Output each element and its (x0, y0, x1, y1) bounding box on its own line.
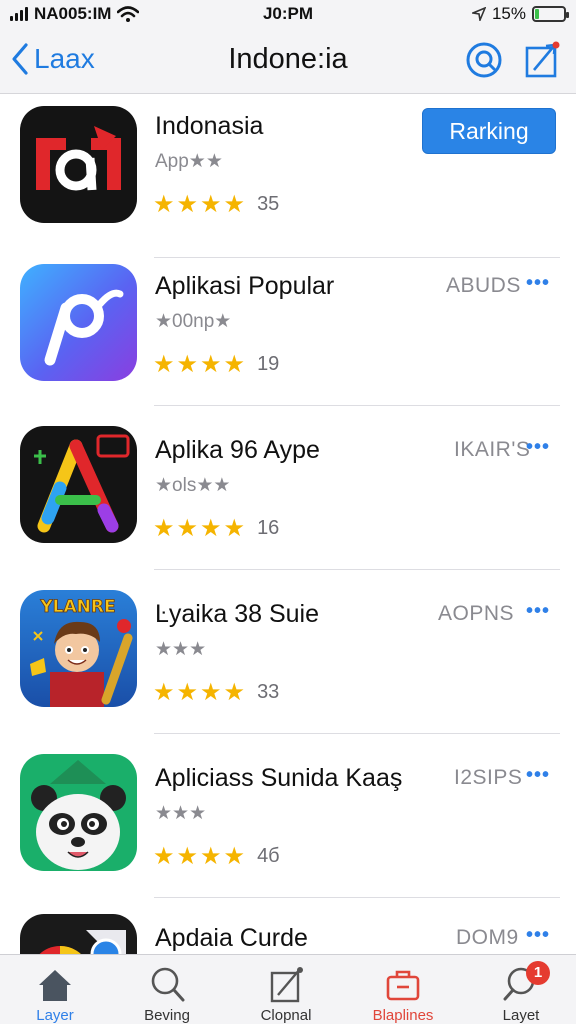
star-icon: ★ (153, 514, 175, 542)
compose-icon (270, 967, 303, 1003)
star-icon: ★ (223, 350, 246, 378)
list-item-app-2[interactable]: Aplikasi Popular ★00np★ ★ ★ ★ ★ 19 ABUDS… (0, 242, 576, 406)
briefcase-icon (386, 970, 420, 1001)
star-icon: ★ (223, 678, 246, 706)
search-icon (151, 967, 185, 1002)
location-arrow-icon (471, 7, 486, 21)
battery-percent: 15% (491, 4, 526, 23)
app-subtitle: ★ols★★ (155, 475, 231, 496)
star-icon: ★ (200, 514, 222, 542)
app-list: Indonasia App★★ ★ ★ ★ ★ 35 Rarking Aplik… (0, 94, 576, 954)
rating-count: 4б (257, 844, 280, 867)
app-icon-aplikasi-popular[interactable] (20, 264, 137, 381)
tab-label: Layet (502, 1007, 540, 1024)
app-action[interactable]: IKAIR'S (454, 438, 530, 462)
app-icon-indonasia[interactable] (20, 106, 137, 223)
rating-count: 16 (257, 516, 280, 539)
app-name: Apdaia Curde (155, 924, 308, 952)
share-icon[interactable] (522, 40, 562, 80)
rating-count: 19 (257, 352, 280, 375)
app-name: Ŀyaika 38 Suie (155, 600, 320, 628)
star-icon: ★ (176, 190, 199, 218)
tab-label: Beving (144, 1007, 190, 1024)
rating-count: 35 (257, 192, 280, 215)
tab-layer[interactable]: Layer (0, 955, 110, 1024)
status-bar: NA005:IM J0:PM 15% (0, 0, 576, 28)
app-name: Indonasia (155, 112, 264, 140)
list-item-app-5[interactable]: Apliciass Sunida Kaaş ★★★ ★ ★ ★ ★ 4б I2S… (0, 734, 576, 898)
app-name: Aplika 96 Aype (155, 436, 320, 464)
ranking-button[interactable]: Rarking (422, 108, 556, 154)
tab-clopnal[interactable]: Clopnal (231, 955, 341, 1024)
app-subtitle: ★★★ (155, 803, 207, 824)
more-options-icon[interactable]: ••• (526, 764, 550, 787)
more-options-icon[interactable]: ••• (526, 600, 550, 623)
star-icon: ★ (153, 190, 175, 218)
app-subtitle: ★★★ (155, 639, 207, 660)
rating-stars: ★ ★ ★ ★ 35 (153, 192, 279, 216)
app-action[interactable]: I2SIPS (454, 766, 522, 790)
navigation-bar: Laax Indone:ia (0, 28, 576, 94)
tab-blaplines[interactable]: Blaplines (348, 955, 458, 1024)
icon-text: YLANRE (39, 597, 115, 617)
star-icon: ★ (153, 678, 175, 706)
battery-icon (532, 6, 569, 22)
star-icon: ★ (176, 678, 199, 706)
more-options-icon[interactable]: ••• (526, 436, 550, 459)
rating-count: 33 (257, 680, 280, 703)
star-icon: ★ (223, 514, 246, 542)
star-icon: ★ (176, 514, 199, 542)
list-item-app-6[interactable]: Apdaia Curde DOM9 ••• (0, 898, 576, 954)
star-icon: ★ (176, 350, 199, 378)
app-action[interactable]: DOM9 (456, 926, 519, 950)
rating-stars: ★ ★ ★ ★ 16 (153, 516, 279, 540)
tab-label: Blaplines (372, 1007, 434, 1024)
star-icon: ★ (223, 842, 246, 870)
app-icon-browser[interactable] (20, 914, 137, 954)
star-icon: ★ (223, 190, 246, 218)
app-icon-aplika-96[interactable] (20, 426, 137, 543)
status-right: 15% (471, 4, 569, 24)
tab-bar: Layer Beving Clopnal Blaplines Layet 1 (0, 954, 576, 1024)
star-icon: ★ (200, 678, 222, 706)
star-icon: ★ (153, 842, 175, 870)
list-item-app-3[interactable]: Aplika 96 Aype ★ols★★ ★ ★ ★ ★ 16 IKAIR'S… (0, 406, 576, 570)
app-action[interactable]: ABUDS (446, 274, 521, 298)
list-item-app-1[interactable]: Indonasia App★★ ★ ★ ★ ★ 35 Rarking (0, 94, 576, 258)
list-item-app-4[interactable]: YLANRE Ŀyaika 38 Suie ★★★ ★ ★ ★ ★ 33 AOP… (0, 570, 576, 734)
notification-badge: 1 (526, 961, 550, 985)
search-icon[interactable] (464, 40, 504, 80)
rating-stars: ★ ★ ★ ★ 19 (153, 352, 279, 376)
tab-label: Clopnal (260, 1007, 312, 1024)
tab-layet[interactable]: Layet 1 (466, 955, 576, 1024)
app-action[interactable]: AOPNS (438, 602, 514, 626)
star-icon: ★ (153, 350, 175, 378)
app-subtitle: ★00np★ (155, 311, 232, 332)
home-icon (39, 970, 71, 1001)
more-options-icon[interactable]: ••• (526, 924, 550, 947)
app-name: Apliciass Sunida Kaaş (155, 764, 403, 792)
star-icon: ★ (200, 350, 222, 378)
star-icon: ★ (200, 842, 222, 870)
star-icon: ★ (200, 190, 222, 218)
battery-fill (535, 9, 540, 19)
app-name: Aplikasi Popular (155, 272, 335, 300)
tab-label: Layer (36, 1007, 74, 1024)
more-options-icon[interactable]: ••• (526, 272, 550, 295)
app-icon-game-character[interactable]: YLANRE (20, 590, 137, 707)
app-icon-panda[interactable] (20, 754, 137, 871)
app-subtitle: App★★ (155, 151, 223, 172)
rating-stars: ★ ★ ★ ★ 4б (153, 844, 280, 868)
star-icon: ★ (176, 842, 199, 870)
rating-stars: ★ ★ ★ ★ 33 (153, 680, 279, 704)
tab-beving[interactable]: Beving (112, 955, 222, 1024)
